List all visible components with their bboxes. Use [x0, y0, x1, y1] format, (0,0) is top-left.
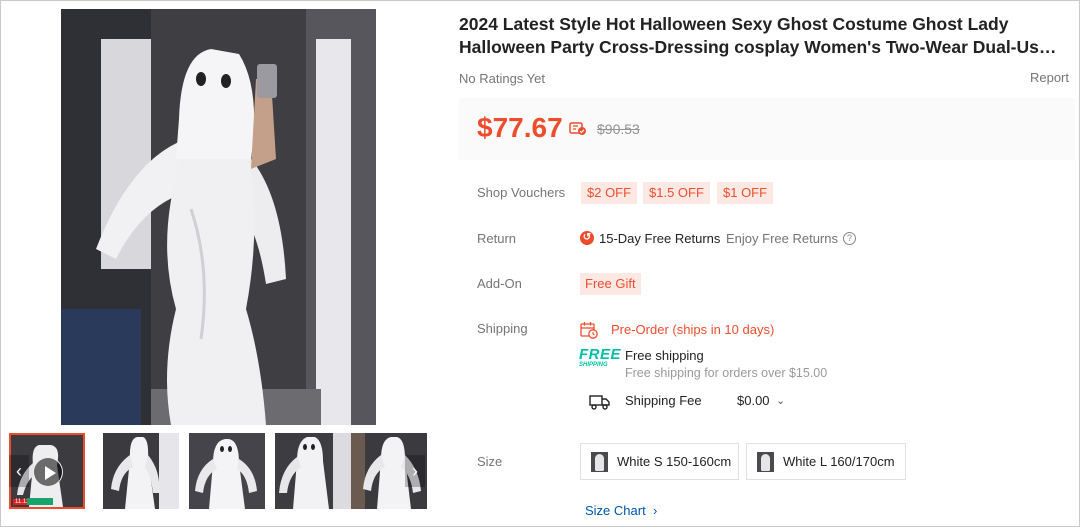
current-price: $77.67	[477, 112, 563, 143]
vouchers-label: Shop Vouchers	[477, 185, 566, 200]
free-gift-chip[interactable]: Free Gift	[580, 273, 641, 295]
product-title: 2024 Latest Style Hot Halloween Sexy Gho…	[459, 13, 1059, 59]
free-shipping-badge-icon: FREE SHIPPING	[579, 347, 621, 369]
chevron-right-icon: ›	[649, 503, 658, 518]
size-option[interactable]: White S 150-160cm	[580, 443, 739, 480]
size-option-label: White L 160/170cm	[783, 454, 895, 469]
shipping-fee-value[interactable]: $0.00	[737, 393, 770, 408]
voucher-chip[interactable]: $1 OFF	[717, 182, 774, 204]
product-title-line-2: Halloween Party Cross-Dressing cosplay W…	[459, 37, 1059, 57]
voucher-chip[interactable]: $2 OFF	[581, 182, 638, 204]
voucher-chip[interactable]: $1.5 OFF	[643, 182, 710, 204]
discount-tag-icon[interactable]	[569, 122, 587, 136]
size-chart-link[interactable]: Size Chart ›	[585, 503, 657, 518]
ratings-text: No Ratings Yet	[459, 71, 546, 86]
help-icon[interactable]: ?	[843, 232, 856, 245]
product-title-line-1: 2024 Latest Style Hot Halloween Sexy Gho…	[459, 14, 1009, 34]
size-swatch-image	[591, 452, 608, 472]
chevron-down-icon[interactable]: ⌄	[776, 394, 785, 407]
return-icon: ↺	[580, 231, 594, 245]
shipping-label: Shipping	[477, 321, 528, 336]
price-box: $77.67 $90.53	[459, 98, 1075, 160]
enjoy-free-returns: Enjoy Free Returns	[726, 231, 838, 246]
thumbnail-2[interactable]	[103, 433, 179, 509]
thumb-next-arrow-icon[interactable]: ›	[405, 455, 425, 487]
free-shipping-title: Free shipping	[625, 348, 704, 363]
size-option-label: White S 150-160cm	[617, 454, 732, 469]
original-price: $90.53	[597, 121, 640, 137]
preorder-notice: Pre-Order (ships in 10 days)	[611, 322, 775, 337]
thumbnail-strip: 11.11 ‹ ›	[7, 433, 427, 513]
promo-tag-icon	[27, 498, 53, 505]
return-label: Return	[477, 231, 517, 246]
return-policy: 15-Day Free Returns	[599, 231, 721, 246]
size-label: Size	[477, 454, 503, 469]
thumbnail-4[interactable]	[275, 433, 351, 509]
shipping-fee-label: Shipping Fee	[625, 393, 702, 408]
addon-label: Add-On	[477, 276, 522, 291]
size-option[interactable]: White L 160/170cm	[746, 443, 906, 480]
size-chart-label: Size Chart	[585, 503, 646, 518]
product-page: 11.11 ‹ › 2024 Latest Style Hot Hallowee…	[0, 0, 1080, 527]
free-badge-bottom: SHIPPING	[579, 362, 608, 368]
truck-icon	[589, 395, 610, 410]
thumbnail-3[interactable]	[189, 433, 265, 509]
free-badge-top: FREE	[579, 346, 622, 363]
play-icon[interactable]	[33, 457, 63, 487]
size-swatch-image	[757, 452, 774, 472]
main-product-photo[interactable]	[61, 9, 376, 425]
thumb-prev-arrow-icon[interactable]: ‹	[9, 455, 29, 487]
calendar-clock-icon	[580, 322, 598, 339]
free-shipping-condition: Free shipping for orders over $15.00	[625, 366, 828, 380]
report-link[interactable]: Report	[1030, 70, 1069, 85]
